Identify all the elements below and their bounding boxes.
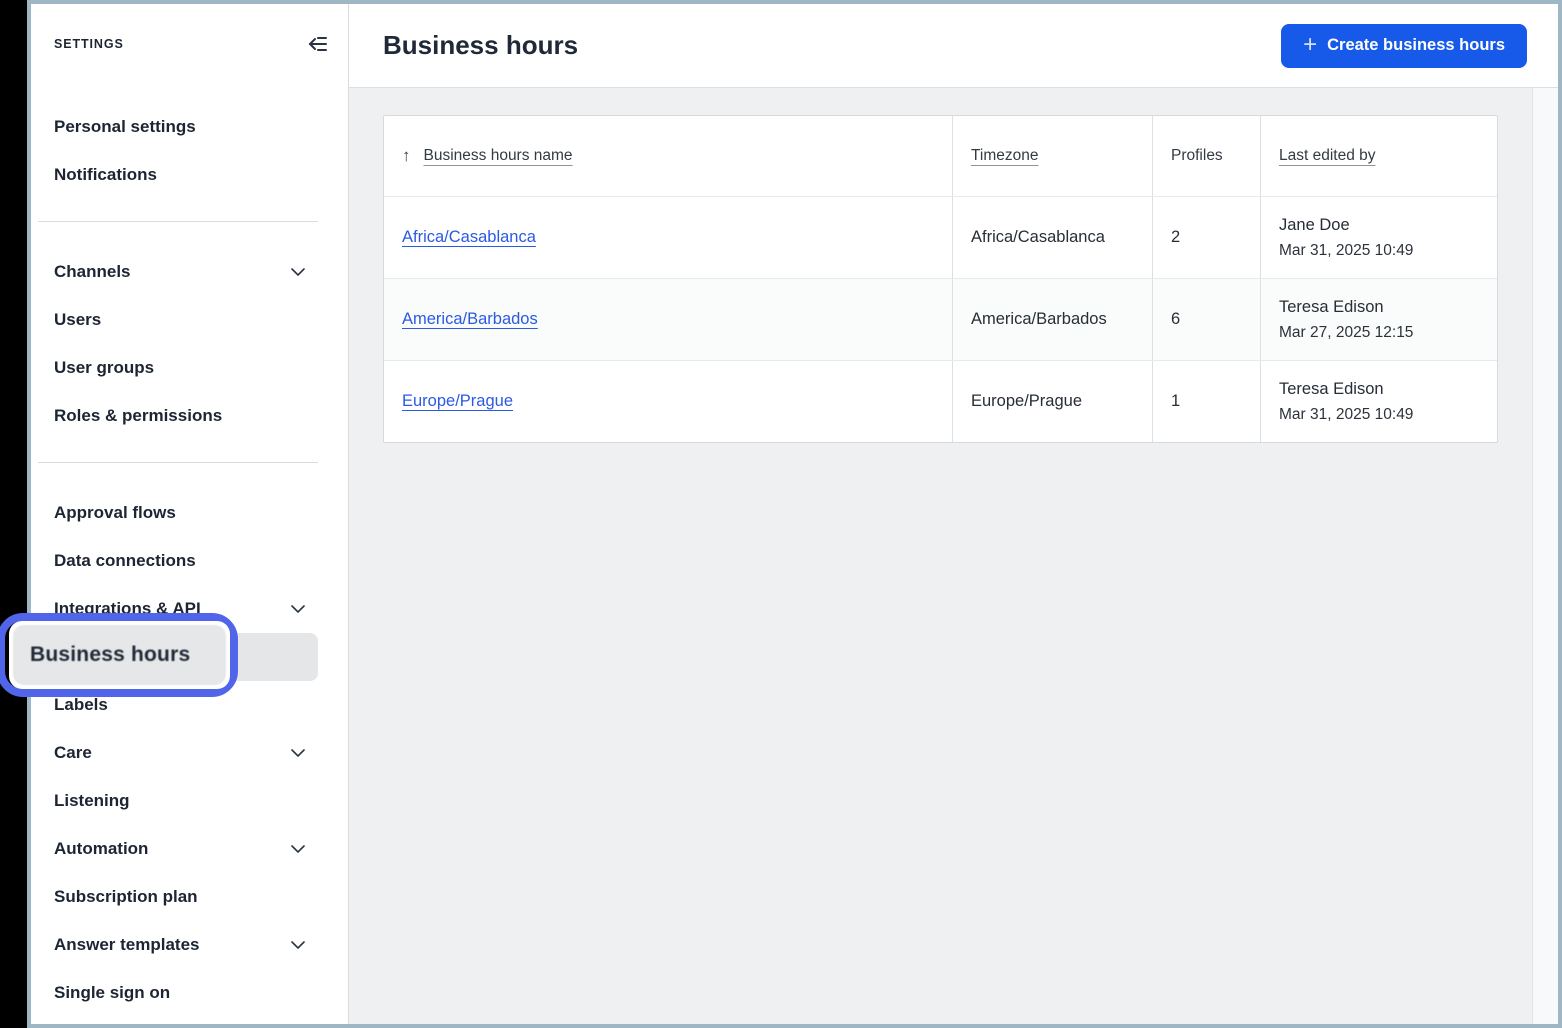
business-hours-table: ↑ Business hours name Timezone Profiles … — [383, 115, 1498, 443]
sidebar-item-label: Automation — [54, 839, 148, 859]
sidebar-item[interactable]: Business hours — [37, 633, 318, 681]
sidebar-header: SETTINGS — [31, 32, 348, 56]
sidebar-item-label: Answer templates — [54, 935, 200, 955]
content-area: ↑ Business hours name Timezone Profiles … — [349, 88, 1558, 1024]
sidebar-divider — [38, 221, 318, 222]
cell-last-edited-by: Teresa Edison Mar 27, 2025 12:15 — [1260, 279, 1497, 360]
table-body: Africa/Casablanca Africa/Casablanca 2 Ja… — [384, 196, 1497, 442]
table-row: Africa/Casablanca Africa/Casablanca 2 Ja… — [384, 196, 1497, 278]
sidebar-divider — [38, 462, 318, 463]
sidebar-item-label: Channels — [54, 262, 131, 282]
edited-timestamp: Mar 27, 2025 12:15 — [1279, 324, 1413, 342]
sidebar-item[interactable]: Answer templates — [31, 921, 348, 969]
business-hours-link[interactable]: Europe/Prague — [402, 392, 513, 411]
sidebar-item[interactable]: Integrations & API — [31, 585, 348, 633]
sidebar-group-account: Personal settings Notifications — [31, 103, 348, 199]
edited-timestamp: Mar 31, 2025 10:49 — [1279, 406, 1413, 424]
sidebar-item[interactable]: Automation — [31, 825, 348, 873]
column-header-timezone: Timezone — [952, 116, 1152, 196]
editor-name: Jane Doe — [1279, 216, 1350, 235]
cell-profiles: 1 — [1152, 361, 1260, 442]
sidebar-item-label: Users — [54, 310, 101, 330]
vertical-scrollbar-track[interactable] — [1532, 88, 1558, 1024]
sidebar-item[interactable]: Subscription plan — [31, 873, 348, 921]
cell-business-hours-name: Africa/Casablanca — [384, 197, 952, 278]
sidebar-heading: SETTINGS — [54, 37, 124, 51]
sidebar-item-label: Listening — [54, 791, 130, 811]
sidebar-item[interactable]: Personal settings — [31, 103, 348, 151]
main-area: Business hours + Create business hours ↑… — [349, 4, 1558, 1024]
sidebar-item-label: User groups — [54, 358, 154, 378]
sidebar-item-label: Notifications — [54, 165, 157, 185]
sidebar-item-label: Integrations & API — [54, 599, 201, 619]
editor-name: Teresa Edison — [1279, 298, 1384, 317]
table-header-row: ↑ Business hours name Timezone Profiles … — [384, 116, 1497, 196]
collapse-sidebar-button[interactable] — [306, 34, 328, 54]
sidebar-item[interactable]: Care — [31, 729, 348, 777]
create-business-hours-button[interactable]: + Create business hours — [1281, 24, 1527, 68]
sidebar-item-label: Roles & permissions — [54, 406, 222, 426]
chevron-down-icon — [291, 749, 305, 757]
sidebar-item[interactable]: Single sign on — [31, 969, 348, 1017]
column-header-last-edited-by: Last edited by — [1260, 116, 1497, 196]
sort-ascending-icon: ↑ — [402, 146, 411, 166]
cell-last-edited-by: Teresa Edison Mar 31, 2025 10:49 — [1260, 361, 1497, 442]
sidebar-item-label: Subscription plan — [54, 887, 198, 907]
sidebar-item-label: Approval flows — [54, 503, 176, 523]
cell-business-hours-name: America/Barbados — [384, 279, 952, 360]
column-header-profiles: Profiles — [1152, 116, 1260, 196]
table-row: America/Barbados America/Barbados 6 Tere… — [384, 278, 1497, 360]
sidebar-item[interactable]: Data connections — [31, 537, 348, 585]
sidebar-item-label: Single sign on — [54, 983, 170, 1003]
page-title: Business hours — [383, 30, 578, 61]
column-header-business-hours-name: ↑ Business hours name — [384, 116, 952, 196]
collapse-sidebar-icon — [306, 34, 328, 54]
edited-timestamp: Mar 31, 2025 10:49 — [1279, 242, 1413, 260]
cell-timezone: Africa/Casablanca — [952, 197, 1152, 278]
sidebar-item[interactable]: Listening — [31, 777, 348, 825]
business-hours-link[interactable]: Africa/Casablanca — [402, 228, 536, 247]
table-row: Europe/Prague Europe/Prague 1 Teresa Edi… — [384, 360, 1497, 442]
chevron-down-icon — [291, 268, 305, 276]
sidebar-item[interactable]: Users — [31, 296, 348, 344]
sidebar-item-label: Personal settings — [54, 117, 196, 137]
page-header: Business hours + Create business hours — [349, 4, 1558, 88]
create-business-hours-label: Create business hours — [1327, 36, 1505, 55]
column-header-label[interactable]: Timezone — [971, 147, 1038, 165]
sidebar-item-label: Labels — [54, 695, 108, 715]
sidebar-item-label: Care — [54, 743, 92, 763]
cell-timezone: Europe/Prague — [952, 361, 1152, 442]
settings-sidebar: SETTINGS Personal settings — [31, 4, 349, 1024]
chevron-down-icon — [291, 941, 305, 949]
sidebar-item[interactable]: User groups — [31, 344, 348, 392]
column-header-label: Profiles — [1171, 147, 1223, 165]
chevron-down-icon — [291, 605, 305, 613]
sidebar-group-org: Channels Users User groups Roles & per — [31, 248, 348, 440]
sidebar-item[interactable]: Channels — [31, 248, 348, 296]
cell-last-edited-by: Jane Doe Mar 31, 2025 10:49 — [1260, 197, 1497, 278]
cell-business-hours-name: Europe/Prague — [384, 361, 952, 442]
sidebar-item[interactable]: Labels — [31, 681, 348, 729]
editor-name: Teresa Edison — [1279, 380, 1384, 399]
sidebar-item-label: Data connections — [54, 551, 196, 571]
cell-profiles: 6 — [1152, 279, 1260, 360]
cell-timezone: America/Barbados — [952, 279, 1152, 360]
sidebar-item[interactable]: Notifications — [31, 151, 348, 199]
column-header-label[interactable]: Business hours name — [424, 147, 573, 165]
sidebar-item[interactable]: Approval flows — [31, 489, 348, 537]
sidebar-item-label: Business hours — [54, 647, 182, 667]
app-window: SETTINGS Personal settings — [27, 0, 1562, 1028]
business-hours-link[interactable]: America/Barbados — [402, 310, 538, 329]
cell-profiles: 2 — [1152, 197, 1260, 278]
plus-icon: + — [1303, 33, 1317, 57]
chevron-down-icon — [291, 845, 305, 853]
column-header-label[interactable]: Last edited by — [1279, 147, 1376, 165]
sidebar-group-platform: Approval flows Data connections Integrat… — [31, 489, 348, 1017]
sidebar-item[interactable]: Roles & permissions — [31, 392, 348, 440]
